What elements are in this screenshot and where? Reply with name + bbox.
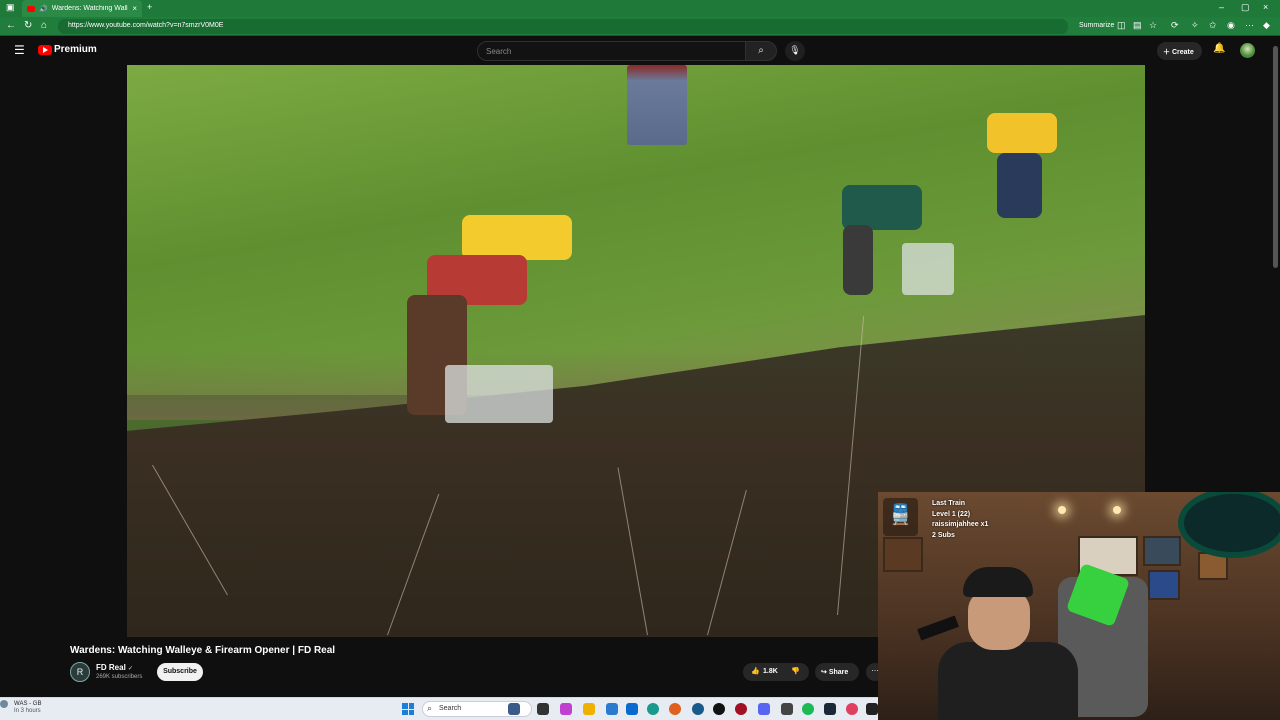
person-green-shirt xyxy=(842,185,922,230)
thumbs-down-icon[interactable]: 👎 xyxy=(791,667,800,675)
tab-actions-icon[interactable]: ▣ xyxy=(6,2,15,13)
search-input[interactable]: Search xyxy=(477,41,746,61)
puzzle-extensions-icon[interactable]: ✧ xyxy=(1191,20,1199,31)
weather-widget[interactable]: WAS - GB In 3 hours xyxy=(14,701,41,715)
hamburger-menu-icon[interactable]: ☰ xyxy=(14,43,25,57)
neon-sign xyxy=(1178,492,1280,558)
copilot-icon[interactable]: ◆ xyxy=(1263,20,1270,31)
train-icon: 🚆 xyxy=(883,498,918,536)
address-bar[interactable]: https://www.youtube.com/watch?v=n7smzrV0… xyxy=(58,19,1068,34)
browser-tab-bar: ▣ 🔊 Wardens: Watching Walleye × + – ▢ × xyxy=(0,0,1280,17)
person-yellow-shirt-left xyxy=(462,215,572,260)
thumbs-up-icon[interactable]: 👍 xyxy=(751,667,760,675)
streamer-shirt xyxy=(938,642,1078,720)
app-icon[interactable] xyxy=(846,703,858,715)
wall-frame xyxy=(1148,570,1180,600)
hype-train-level: Level 1 (22) xyxy=(932,510,971,518)
hype-train-user: raissimjahhee x1 xyxy=(932,521,989,528)
subscribe-button[interactable]: Subscribe xyxy=(157,663,203,681)
steam-icon[interactable] xyxy=(824,703,836,715)
browser-tab-active[interactable]: 🔊 Wardens: Watching Walleye × xyxy=(22,0,142,17)
firefox-icon[interactable] xyxy=(669,703,681,715)
wall-frame xyxy=(1143,536,1181,566)
channel-name[interactable]: FD Real ✓ xyxy=(96,663,133,672)
youtube-favicon-icon xyxy=(27,5,35,12)
share-label: Share xyxy=(828,669,849,676)
store-icon[interactable] xyxy=(606,703,618,715)
video-title: Wardens: Watching Walleye & Firearm Open… xyxy=(70,645,336,656)
search-icon[interactable]: ⌕ xyxy=(745,41,777,61)
refresh-extension-icon[interactable]: ⟳ xyxy=(1171,20,1179,31)
read-view-icon[interactable]: ▤ xyxy=(1133,20,1142,31)
subscriber-count: 269K subscribers xyxy=(96,674,143,680)
youtube-masthead: ☰ Premium Search ⌕ 🎙 ＋ Create 🔔 xyxy=(0,36,1280,65)
more-menu-icon[interactable]: ⋯ xyxy=(1245,20,1254,31)
app-icon[interactable] xyxy=(866,703,878,715)
verified-icon: ✓ xyxy=(128,666,134,672)
webcam-overlay: 🚆 Last Train Level 1 (22) raissimjahhee … xyxy=(878,492,1280,720)
app-icon[interactable] xyxy=(713,703,725,715)
maximize-button[interactable]: ▢ xyxy=(1241,2,1250,13)
weather-icon[interactable] xyxy=(0,700,8,708)
extension-icon[interactable]: ◫ xyxy=(1117,20,1126,31)
back-arrow-icon[interactable]: ← xyxy=(6,20,16,31)
person-waders xyxy=(843,225,873,295)
channel-name-text: FD Real xyxy=(96,663,126,672)
fishing-net xyxy=(902,243,954,295)
microphone-arm xyxy=(917,615,959,641)
person-yellow-shirt-right xyxy=(987,113,1057,153)
weather-subtitle: In 3 hours xyxy=(14,708,41,714)
weather-title: WAS - GB xyxy=(14,701,42,707)
youtube-logo-icon[interactable] xyxy=(38,45,52,55)
share-button[interactable]: ↪ Share xyxy=(815,663,859,681)
scrollbar-thumb[interactable] xyxy=(1273,46,1278,268)
hype-train-title: Last Train xyxy=(932,500,966,507)
fishing-net-left xyxy=(445,365,553,423)
channel-avatar[interactable]: R xyxy=(70,662,90,682)
copilot-taskbar-icon[interactable] xyxy=(560,703,572,715)
audio-playing-icon[interactable]: 🔊 xyxy=(39,5,48,13)
file-explorer-icon[interactable] xyxy=(583,703,595,715)
mic-icon[interactable]: 🎙 xyxy=(785,41,805,61)
app-icon[interactable] xyxy=(692,703,704,715)
summarize-button[interactable]: Summarize xyxy=(1079,22,1114,29)
discord-icon[interactable] xyxy=(758,703,770,715)
tab-close-icon[interactable]: × xyxy=(132,4,142,13)
streamer-face xyxy=(968,590,1030,650)
close-window-button[interactable]: × xyxy=(1263,2,1268,12)
home-icon[interactable]: ⌂ xyxy=(41,20,47,31)
widgets-icon[interactable] xyxy=(537,703,549,715)
notifications-bell-icon[interactable]: 🔔 xyxy=(1213,43,1225,54)
task-view-icon[interactable] xyxy=(508,703,520,715)
hype-train-info: Last Train Level 1 (22) raissimjahhee x1… xyxy=(932,499,988,541)
windows-start-icon[interactable] xyxy=(402,703,414,715)
streamer-cap xyxy=(963,567,1033,597)
person-jeans-right xyxy=(997,153,1042,218)
favorites-icon[interactable]: ✩ xyxy=(1209,20,1217,31)
like-dislike-group: 👍 1.8K 👎 xyxy=(743,663,809,681)
reload-icon[interactable]: ↻ xyxy=(24,20,32,31)
favorite-star-icon[interactable]: ☆ xyxy=(1149,20,1157,31)
edge-icon[interactable] xyxy=(647,703,659,715)
windows-taskbar: WAS - GB In 3 hours Search xyxy=(0,697,878,720)
create-label: Create xyxy=(1171,49,1194,56)
person-standing xyxy=(627,65,687,145)
app-icon[interactable] xyxy=(781,703,793,715)
profile-icon[interactable]: ◉ xyxy=(1227,20,1235,31)
outlook-icon[interactable] xyxy=(626,703,638,715)
premium-logo-text[interactable]: Premium xyxy=(54,44,97,55)
hype-train-subs: 2 Subs xyxy=(932,531,955,539)
spotify-icon[interactable] xyxy=(802,703,814,715)
avatar[interactable] xyxy=(1240,43,1255,58)
browser-toolbar: ← ↻ ⌂ https://www.youtube.com/watch?v=n7… xyxy=(0,17,1280,36)
create-button[interactable]: ＋ Create xyxy=(1157,42,1202,60)
minimize-button[interactable]: – xyxy=(1219,2,1224,12)
app-icon[interactable] xyxy=(735,703,747,715)
new-tab-button[interactable]: + xyxy=(147,2,152,12)
wall-frame xyxy=(883,537,923,572)
tab-title: Wardens: Watching Walleye xyxy=(51,5,129,12)
like-count[interactable]: 1.8K xyxy=(763,668,778,675)
